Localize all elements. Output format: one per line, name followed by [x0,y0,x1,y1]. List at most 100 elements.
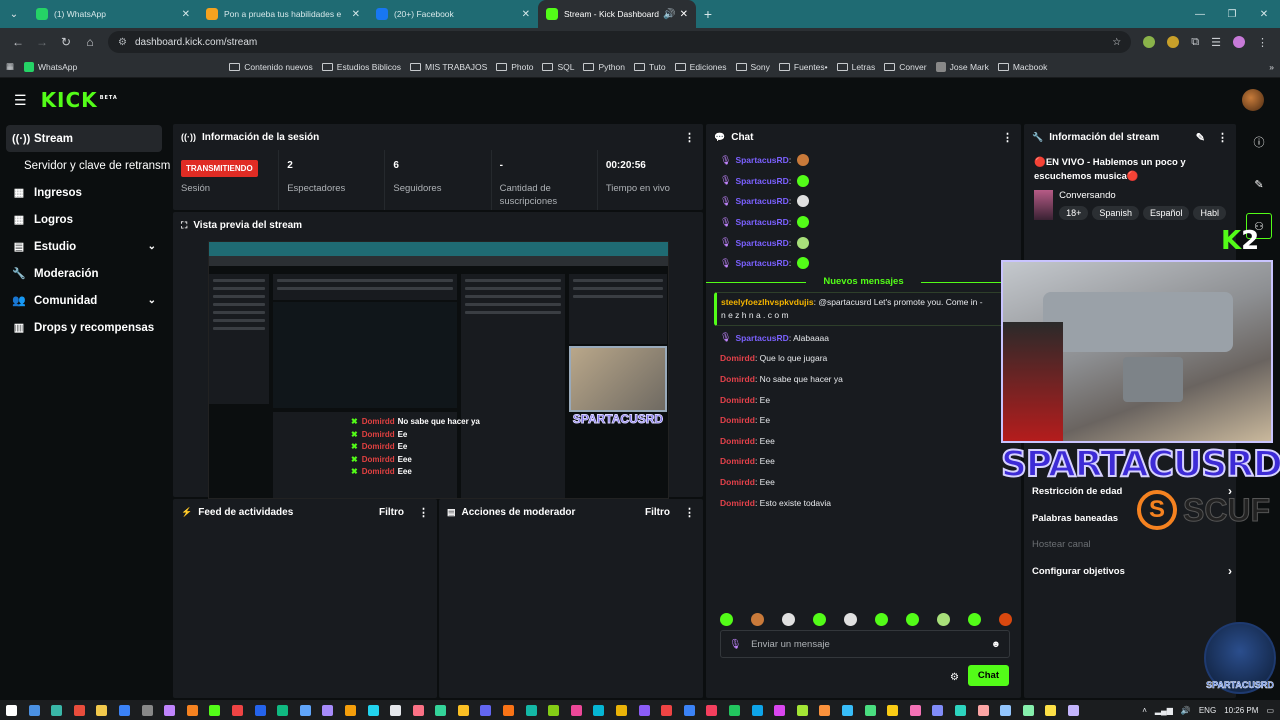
profile-avatar[interactable] [1233,36,1245,48]
chat-input[interactable]: 🎙 Enviar un mensaje ☻ [720,630,1010,658]
bookmark-item[interactable]: Fuentes• [778,62,828,72]
sidebar-item-logros[interactable]: ▦ Logros [0,206,168,233]
new-messages-divider[interactable]: Nuevos mensajes [706,274,1021,290]
taskbar-app-icon[interactable] [73,704,85,716]
chat-username[interactable]: SpartacusRD [735,258,788,268]
bookmark-item[interactable]: Python [583,62,625,72]
taskbar-app-icon[interactable] [774,704,786,716]
tab-search-button[interactable]: ⌄ [0,0,28,28]
taskbar-app-icon[interactable] [28,704,40,716]
more-options-icon[interactable]: ⋮ [418,506,429,519]
taskbar-app-icon[interactable] [864,704,876,716]
taskbar-app-icon[interactable] [1045,704,1057,716]
bookmark-item[interactable]: Tuto [633,62,666,72]
bookmark-item[interactable]: Estudios Biblicos [321,62,401,72]
browser-tab[interactable]: Pon a prueba tus habilidades e ✕ [198,0,368,28]
close-tab-icon[interactable]: ✕ [352,9,360,20]
taskbar-app-icon[interactable] [51,704,63,716]
speaker-icon[interactable]: 🔊 [663,9,675,20]
minimize-button[interactable]: — [1184,9,1216,20]
sidebar-item-ingresos[interactable]: ▦ Ingresos [0,179,168,206]
chat-username[interactable]: Domirdd [720,395,755,405]
chat-settings-icon[interactable]: ⚙ [950,672,959,683]
taskbar-app-icon[interactable] [367,704,379,716]
browser-tab[interactable]: (20+) Facebook ✕ [368,0,538,28]
site-info-icon[interactable]: ⚙ [118,37,127,48]
chat-username[interactable]: Domirdd [720,477,755,487]
bookmark-item[interactable]: Ediciones [674,62,727,72]
forward-button[interactable]: → [30,35,54,49]
bookmark-item[interactable]: MIS TRABAJOS [410,62,487,72]
taskbar-app-icon[interactable] [186,704,198,716]
taskbar-app-icon[interactable] [1067,704,1079,716]
taskbar-app-icon[interactable] [231,704,243,716]
user-avatar[interactable] [1242,89,1264,111]
volume-icon[interactable]: 🔊 [1181,706,1191,715]
sidebar-icon[interactable]: ☰ [1211,36,1221,49]
puzzle-icon[interactable]: ⧉ [1191,36,1199,49]
sidebar-item-stream[interactable]: ((·)) Stream [6,125,162,152]
taskbar-app-icon[interactable] [616,704,628,716]
taskbar-app-icon[interactable] [209,704,221,716]
menu-icon[interactable]: ☰ [14,92,27,109]
taskbar-app-icon[interactable] [118,704,130,716]
clock[interactable]: 10:26 PM [1224,706,1258,715]
taskbar-app-icon[interactable] [751,704,763,716]
taskbar-app-icon[interactable] [548,704,560,716]
emote-picker-icon[interactable] [720,613,733,626]
network-icon[interactable]: ▂▄▆ [1155,706,1173,715]
info-icon[interactable]: ⓘ [1238,121,1280,163]
new-tab-button[interactable]: + [696,6,720,22]
chat-username[interactable]: Domirdd [720,456,755,466]
emote-picker-icon[interactable] [844,613,857,626]
bookmark-item[interactable]: Macbook [997,62,1047,72]
chat-username[interactable]: Domirdd [720,415,755,425]
chat-username[interactable]: steelyfoezlhvspkvdujis [721,297,814,307]
close-tab-icon[interactable]: ✕ [680,9,688,20]
taskbar-app-icon[interactable] [299,704,311,716]
sidebar-item-comunidad[interactable]: 👥 Comunidad ⌄ [0,287,168,314]
chat-username[interactable]: Domirdd [720,498,755,508]
sidebar-item-estudio[interactable]: ▤ Estudio ⌄ [0,233,168,260]
bookmark-item[interactable]: Letras [836,62,875,72]
bookmark-item[interactable]: Photo [496,62,533,72]
taskbar-app-icon[interactable] [6,704,17,716]
more-options-icon[interactable]: ⋮ [1217,131,1228,144]
taskbar-app-icon[interactable] [729,704,740,716]
taskbar-app-icon[interactable] [254,704,266,716]
close-window-button[interactable]: ✕ [1248,9,1280,20]
chat-username[interactable]: SpartacusRD [735,155,788,165]
url-input[interactable]: ⚙ dashboard.kick.com/stream ☆ [108,31,1132,53]
more-options-icon[interactable]: ⋮ [684,506,695,519]
chat-username[interactable]: Domirdd [720,374,755,384]
taskbar-app-icon[interactable] [841,704,853,716]
emote-picker-icon[interactable] [968,613,981,626]
notifications-icon[interactable]: ▭ [1266,706,1274,715]
bookmark-item[interactable]: Sony [735,62,770,72]
bookmark-item[interactable]: Conver [884,62,927,72]
stream-preview-video[interactable]: SPARTACUSRD ✖ Domirdd No sabe que hacer ya… [208,241,669,499]
edit-icon[interactable]: ✎ [1196,131,1205,144]
bookmark-item[interactable]: WhatsApp [24,61,77,72]
emote-picker-icon[interactable] [751,613,764,626]
taskbar-app-icon[interactable] [1000,704,1012,716]
taskbar-app-icon[interactable] [638,704,650,716]
taskbar-app-icon[interactable] [706,704,718,716]
chat-username[interactable]: SpartacusRD [735,196,788,206]
taskbar-app-icon[interactable] [435,704,447,716]
taskbar-app-icon[interactable] [412,704,424,716]
emote-picker-icon[interactable] [937,613,950,626]
taskbar-app-icon[interactable] [390,704,402,716]
taskbar-app-icon[interactable] [593,704,605,716]
taskbar-app-icon[interactable] [909,704,921,716]
back-button[interactable]: ← [6,35,30,49]
emote-picker-icon[interactable] [906,613,919,626]
taskbar-app-icon[interactable] [322,704,334,716]
language-indicator[interactable]: ENG [1199,706,1216,715]
extension-icon[interactable] [1143,36,1156,48]
bookmark-star-icon[interactable]: ☆ [1112,37,1121,48]
emote-picker-icon[interactable] [782,613,795,626]
restore-button[interactable]: ❐ [1216,9,1248,20]
taskbar-app-icon[interactable] [954,704,966,716]
stream-setting-row[interactable]: Configurar objetivos › [1032,564,1232,578]
